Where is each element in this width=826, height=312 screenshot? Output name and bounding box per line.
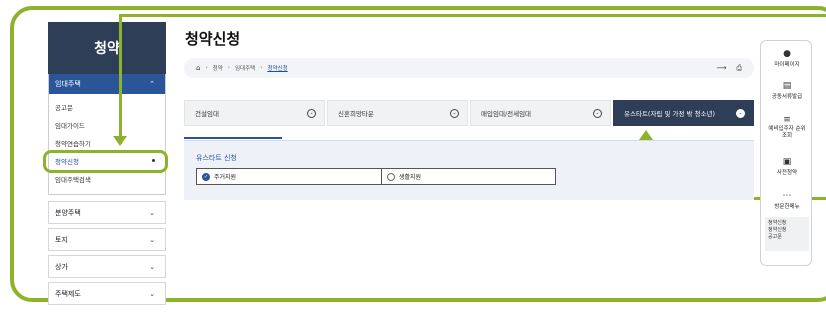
sidebar-item-label: 토지 — [55, 235, 68, 244]
tab-newlywed-town[interactable]: 신혼희망타운 ⌄ — [327, 100, 468, 126]
page-title: 청약신청 — [185, 30, 241, 48]
chevron-down-circle-icon: ⌄ — [593, 108, 602, 118]
recent-menu-list: 청약신청 청약신청 공고문 — [765, 217, 809, 251]
sidebar-item-label: 청약연습하기 — [55, 139, 91, 148]
annotation-line — [119, 16, 122, 144]
tab-label: 건설임대 — [195, 110, 219, 118]
sidebar-item-guide[interactable]: 임대가이드 — [49, 118, 165, 131]
option-living-support[interactable]: 생활지원 — [381, 168, 556, 185]
option-label: 생활지원 — [399, 174, 422, 181]
arrow-up-icon — [639, 130, 653, 140]
breadcrumb-separator-icon: › — [227, 65, 230, 71]
chevron-down-circle-icon: ⌄ — [736, 108, 745, 118]
option-label: 주거지원 — [214, 174, 237, 181]
quick-item-ranking[interactable]: ≡ 예비입주자 순위 조회 — [761, 115, 813, 140]
chevron-down-circle-icon: ⌄ — [307, 108, 316, 118]
tab-construction-rental[interactable]: 건설임대 ⌄ — [184, 100, 325, 126]
breadcrumb-item[interactable]: 임대주택 — [235, 64, 255, 72]
sidebar-item-label: 분양주택 — [55, 208, 81, 217]
sidebar-group-rental: 임대주택 ⌃ 공고문 임대가이드 청약연습하기 청약신청 임대주택검색 — [48, 74, 166, 195]
recent-item[interactable]: 청약신청 — [768, 220, 806, 227]
sidebar-group-header[interactable]: 임대주택 ⌃ — [49, 74, 165, 94]
sidebar-item-search[interactable]: 임대주택검색 — [49, 172, 165, 185]
highlight-box — [43, 150, 168, 173]
sidebar-menu: 분양주택 ⌄ 토지 ⌄ 상가 ⌄ 주택제도 ⌄ — [48, 201, 166, 305]
sidebar-item-store[interactable]: 상가 ⌄ — [48, 255, 166, 278]
arrow-down-icon — [113, 136, 127, 146]
quick-item-documents[interactable]: ▤ 공동서류발급 — [761, 81, 813, 100]
quick-item-preorder[interactable]: ▣ 사전청약 — [761, 157, 813, 176]
breadcrumb-tools: ⟶ ⎙ — [716, 64, 742, 73]
sidebar-title: 청약 — [48, 22, 166, 74]
quick-menu: ● 마이페이지 ▤ 공동서류발급 ≡ 예비입주자 순위 조회 ▣ 사전청약 ⋯ … — [760, 40, 812, 266]
sidebar-item-policy[interactable]: 주택제도 ⌄ — [48, 282, 166, 305]
radio-unchecked-icon — [387, 172, 395, 181]
tab-underline — [184, 137, 282, 139]
quick-item-mypage[interactable]: ● 마이페이지 — [761, 49, 813, 68]
person-icon: ● — [783, 49, 791, 59]
home-icon[interactable]: ⌂ — [196, 64, 200, 72]
calendar-icon: ▣ — [782, 157, 792, 167]
sidebar-item-land[interactable]: 토지 ⌄ — [48, 228, 166, 251]
chevron-down-icon: ⌄ — [149, 262, 155, 271]
tab-label: 매입임대/전세임대 — [481, 110, 532, 118]
recent-item[interactable]: 공고문 — [768, 234, 806, 241]
sidebar-group-label: 임대주택 — [55, 80, 81, 88]
breadcrumb-current: 청약신청 — [267, 66, 288, 72]
print-icon[interactable]: ⎙ — [736, 64, 742, 73]
sidebar-item-notice[interactable]: 공고문 — [49, 100, 165, 113]
chevron-down-circle-icon: ⌄ — [450, 108, 459, 118]
breadcrumb-separator-icon: › — [205, 65, 208, 71]
list-icon: ≡ — [783, 115, 791, 125]
share-icon[interactable]: ⟶ — [716, 64, 726, 73]
option-housing-support[interactable]: ✓ 주거지원 — [196, 168, 383, 185]
chevron-down-icon: ⌄ — [149, 235, 155, 244]
tab-label: 신혼희망타운 — [338, 110, 374, 118]
chevron-up-icon: ⌃ — [149, 80, 155, 88]
tab-label: 유스타트(자립 및 가정 밖 청소년) — [624, 110, 716, 118]
panel-title: 유스타트 신청 — [196, 154, 237, 162]
sidebar-item-label: 임대주택검색 — [55, 175, 91, 184]
quick-item-label: 방문한메뉴 — [774, 204, 800, 210]
tab-youstart[interactable]: 유스타트(자립 및 가정 밖 청소년) ⌄ — [613, 100, 754, 126]
tab-bar: 건설임대 ⌄ 신혼희망타운 ⌄ 매입임대/전세임대 ⌄ 유스타트(자립 및 가정… — [184, 100, 754, 126]
quick-item-label: 공동서류발급 — [771, 94, 803, 100]
sidebar-item-practice[interactable]: 청약연습하기 — [49, 136, 165, 149]
quick-item-label: 마이페이지 — [774, 62, 800, 68]
chevron-down-icon: ⌄ — [149, 208, 155, 217]
sidebar-item-label: 공고문 — [55, 103, 73, 112]
annotation-line — [119, 14, 826, 17]
recent-item[interactable]: 청약신청 — [768, 227, 806, 234]
sidebar-item-label: 주택제도 — [55, 289, 81, 298]
chevron-down-icon: ⌄ — [149, 289, 155, 298]
sidebar-submenu: 공고문 임대가이드 청약연습하기 청약신청 임대주택검색 — [49, 94, 165, 194]
youstart-panel: 유스타트 신청 ✓ 주거지원 생활지원 — [184, 140, 754, 200]
document-icon: ▤ — [782, 81, 792, 91]
quick-item-visited[interactable]: ⋯ 방문한메뉴 — [761, 191, 813, 210]
sidebar-item-sale[interactable]: 분양주택 ⌄ — [48, 201, 166, 224]
radio-checked-icon: ✓ — [202, 172, 210, 181]
sidebar-item-label: 임대가이드 — [55, 121, 85, 130]
breadcrumb: ⌂ › 청약 › 임대주택 › 청약신청 ⟶ ⎙ — [184, 58, 754, 78]
sidebar-item-label: 상가 — [55, 262, 68, 271]
quick-item-label: 사전청약 — [776, 170, 798, 176]
tab-purchase-lease[interactable]: 매입임대/전세임대 ⌄ — [470, 100, 611, 126]
breadcrumb-item[interactable]: 청약 — [213, 64, 223, 72]
grid-icon: ⋯ — [782, 191, 792, 201]
quick-item-label: 예비입주자 순위 조회 — [768, 126, 806, 139]
breadcrumb-separator-icon: › — [260, 65, 263, 71]
